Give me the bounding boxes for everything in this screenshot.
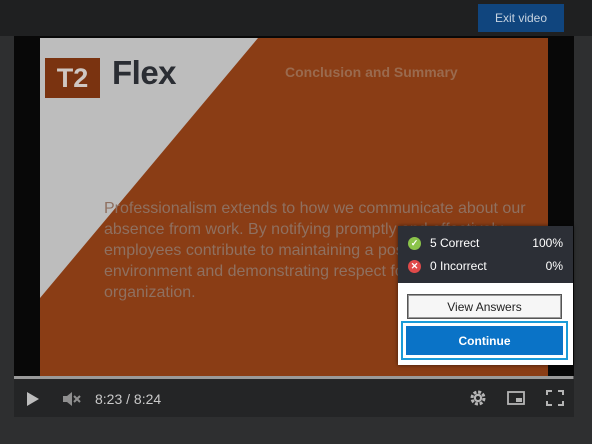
correct-row: ✓ 5 Correct 100%: [408, 234, 563, 252]
incorrect-row: ✕ 0 Incorrect 0%: [408, 257, 563, 275]
mute-icon[interactable]: [62, 390, 82, 413]
incorrect-label: 0 Incorrect: [430, 259, 487, 273]
continue-focus-ring: Continue: [401, 321, 568, 360]
top-bar: Exit video: [0, 0, 592, 36]
fullscreen-icon[interactable]: [546, 390, 564, 411]
continue-button[interactable]: Continue: [406, 326, 563, 355]
logo-text: Flex: [112, 54, 177, 91]
pip-icon[interactable]: [507, 391, 525, 410]
settings-icon[interactable]: [469, 389, 487, 412]
x-icon: ✕: [408, 259, 421, 273]
correct-percent: 100%: [532, 236, 563, 250]
logo-mark: T2: [45, 58, 100, 98]
slide-body-line: Professionalism extends to how we commun…: [104, 200, 526, 217]
correct-label: 5 Correct: [430, 236, 480, 250]
incorrect-percent: 0%: [545, 259, 563, 273]
bottom-strip: [0, 417, 592, 444]
quiz-summary: ✓ 5 Correct 100% ✕ 0 Incorrect 0%: [398, 226, 573, 283]
time-display: 8:23 / 8:24: [95, 391, 162, 407]
exit-video-button[interactable]: Exit video: [478, 4, 564, 32]
play-icon[interactable]: [25, 391, 41, 412]
player-controls: 8:23 / 8:24: [14, 379, 574, 417]
quiz-results-panel: ✓ 5 Correct 100% ✕ 0 Incorrect 0% View A…: [398, 226, 573, 365]
view-answers-button[interactable]: View Answers: [407, 294, 562, 319]
check-icon: ✓: [408, 236, 421, 250]
slide-title: Conclusion and Summary: [285, 64, 458, 80]
